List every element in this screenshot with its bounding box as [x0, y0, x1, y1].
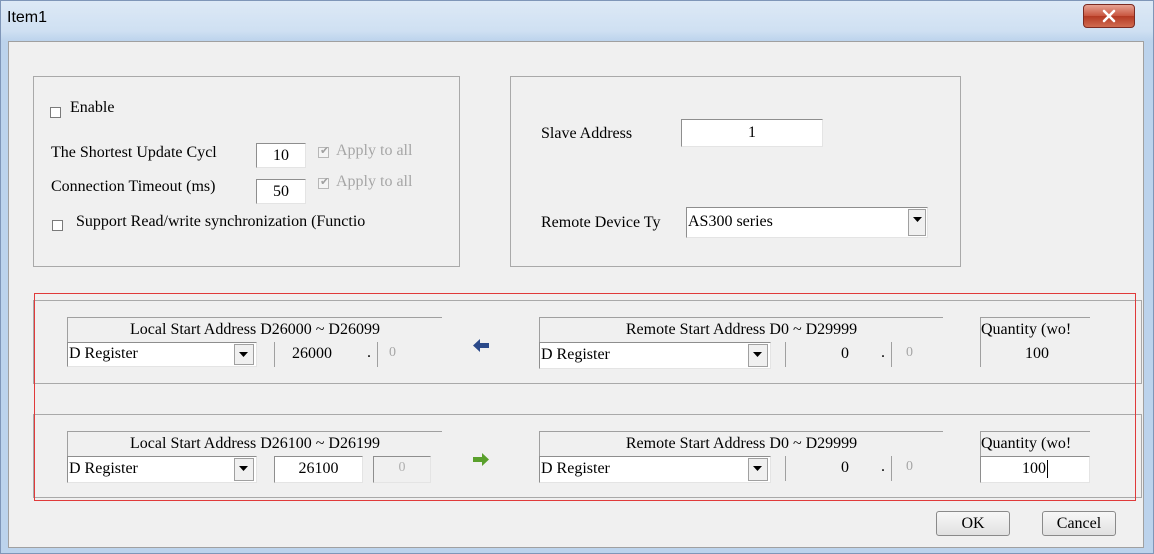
apply-all-label-2: Apply to all: [336, 173, 413, 190]
ok-button[interactable]: OK: [936, 511, 1010, 536]
ok-button-label: OK: [961, 515, 985, 532]
slave-address-label: Slave Address: [541, 125, 633, 142]
apply-all-label-1: Apply to all: [336, 142, 413, 159]
dialog-window: Item1 Enable The Shortest Update Cycl 10…: [0, 0, 1154, 554]
sync-label: Support Read/write synchronization (Func…: [76, 213, 366, 230]
enable-checkbox[interactable]: [50, 107, 61, 118]
apply-all-checkbox-2[interactable]: ✔: [318, 175, 330, 189]
timeout-input[interactable]: 50: [256, 179, 306, 204]
check-icon: ✔: [320, 144, 330, 157]
mapping-highlight-frame: [34, 293, 1136, 501]
window-title: Item1: [7, 9, 48, 26]
close-button[interactable]: [1083, 4, 1135, 28]
cancel-button[interactable]: Cancel: [1042, 511, 1116, 536]
dialog-client-area: Enable The Shortest Update Cycl 10 ✔ App…: [8, 41, 1144, 548]
cancel-button-label: Cancel: [1056, 515, 1102, 532]
check-icon: ✔: [320, 175, 330, 188]
enable-label: Enable: [70, 99, 115, 116]
remote-device-type-value: AS300 series: [688, 213, 773, 230]
update-cycle-label: The Shortest Update Cycl: [51, 144, 217, 161]
update-cycle-input[interactable]: 10: [256, 143, 306, 168]
timeout-label: Connection Timeout (ms): [51, 178, 216, 195]
remote-device-type-dropdown[interactable]: [908, 209, 926, 236]
timeout-value: 50: [273, 183, 289, 200]
slave-address-value: 1: [748, 124, 756, 141]
sync-checkbox[interactable]: [52, 220, 63, 231]
general-settings-group: Enable The Shortest Update Cycl 10 ✔ App…: [33, 76, 460, 267]
title-bar[interactable]: Item1: [1, 1, 1153, 41]
remote-device-type-label: Remote Device Ty: [541, 214, 661, 231]
apply-all-checkbox-1[interactable]: ✔: [318, 144, 330, 158]
chevron-down-icon: [913, 217, 922, 222]
device-settings-group: Slave Address 1 Remote Device Ty AS300 s…: [510, 76, 961, 267]
update-cycle-value: 10: [273, 147, 289, 164]
close-icon: [1102, 9, 1116, 23]
remote-device-type-select[interactable]: AS300 series: [686, 207, 928, 238]
slave-address-input[interactable]: 1: [681, 119, 823, 147]
